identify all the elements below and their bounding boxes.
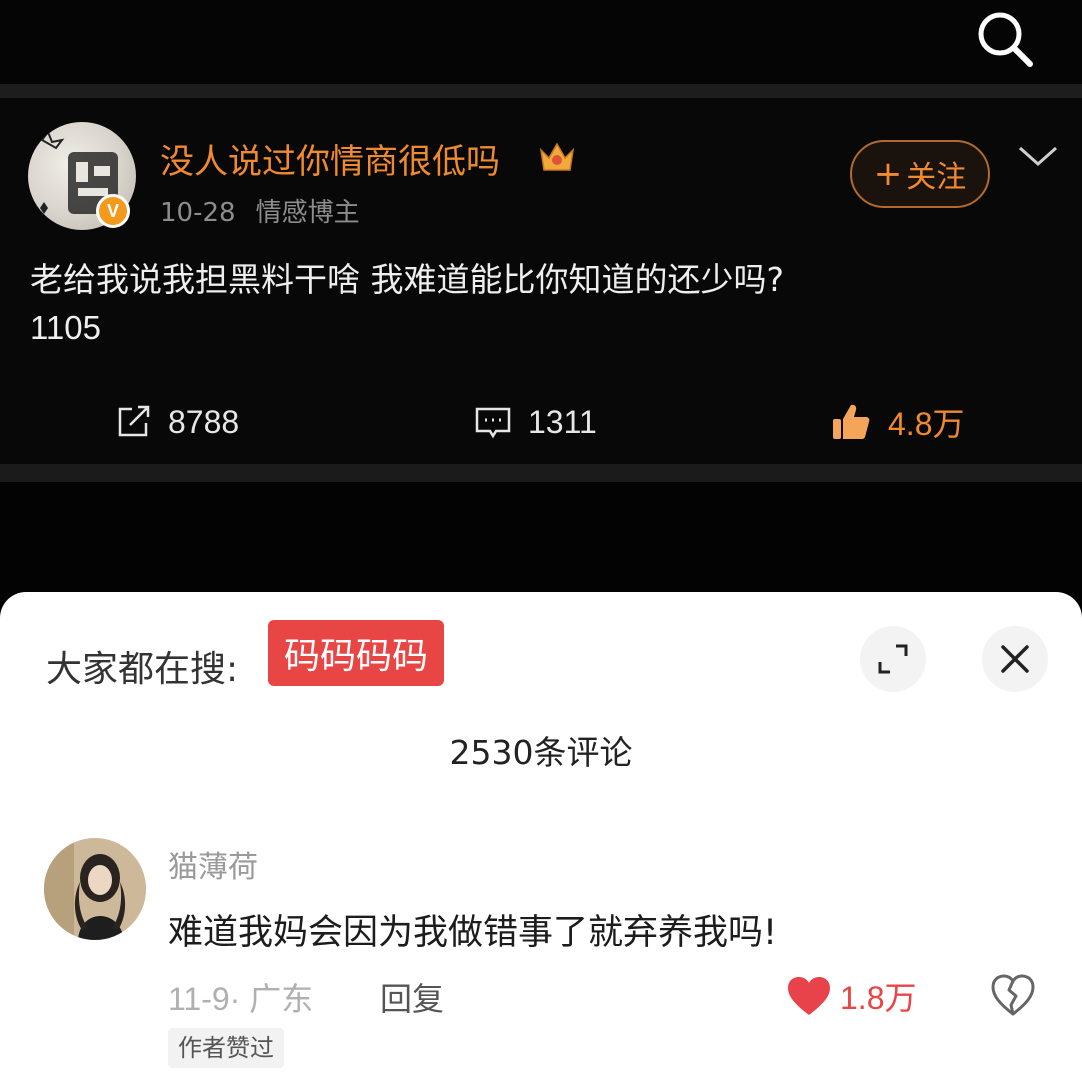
expand-button[interactable] (860, 626, 926, 692)
close-icon (1001, 645, 1029, 673)
comment-icon (475, 407, 511, 439)
comment-like-button[interactable]: 1.8万 (786, 974, 917, 1018)
like-count: 4.8万 (888, 406, 965, 442)
follow-label: 关注 (906, 160, 967, 195)
post-text-line: 老给我说我担黑料干啥 我难道能比你知道的还少吗? (30, 260, 785, 299)
like-button[interactable]: 4.8万 (830, 398, 965, 446)
search-icon[interactable] (972, 6, 1038, 72)
reply-button[interactable]: 回复 (380, 974, 444, 1020)
comment-button[interactable]: 1311 (474, 398, 597, 446)
crown-icon (538, 140, 576, 176)
author-liked-badge: 作者赞过 (168, 1028, 284, 1068)
post-text-line: 1105 (30, 309, 101, 346)
thumbs-up-icon (833, 404, 870, 439)
top-bar (0, 0, 1082, 84)
commenter-avatar[interactable] (44, 838, 146, 940)
author-role: 情感博主 (255, 198, 360, 228)
divider (0, 464, 1082, 482)
divider (0, 84, 1082, 98)
plus-icon: + (873, 154, 903, 194)
commenter-name[interactable]: 猫薄荷 (168, 842, 258, 886)
comment-like-count: 1.8万 (840, 980, 917, 1016)
author-name[interactable]: 没人说过你情商很低吗 (160, 134, 500, 183)
background-gap (0, 482, 1082, 602)
follow-button[interactable]: + 关注 (850, 140, 990, 208)
post-text: 老给我说我担黑料干啥 我难道能比你知道的还少吗? 1105 (30, 256, 1050, 352)
repost-count: 8788 (168, 403, 240, 440)
comment-count: 1311 (528, 403, 597, 440)
post-meta: 10-28 情感博主 (160, 192, 380, 229)
post-date: 10-28 (160, 198, 236, 228)
close-button[interactable] (982, 626, 1048, 692)
broken-heart-icon[interactable] (990, 972, 1036, 1018)
comment-text: 难道我妈会因为我做错事了就弃养我吗! (168, 913, 778, 953)
hot-search-label: 大家都在搜: (46, 649, 239, 690)
heart-icon (788, 977, 830, 1015)
repost-button[interactable]: 8788 (114, 398, 239, 446)
hot-search-tag[interactable]: 码码码码 (268, 620, 444, 686)
expand-icon (878, 644, 908, 674)
comment-total: 2530条评论 (449, 733, 633, 772)
repost-icon (118, 405, 150, 437)
verified-badge-icon: V (96, 194, 130, 228)
comment-meta: 11-9· 广东 (168, 981, 314, 1017)
chevron-down-icon[interactable] (1014, 140, 1062, 174)
